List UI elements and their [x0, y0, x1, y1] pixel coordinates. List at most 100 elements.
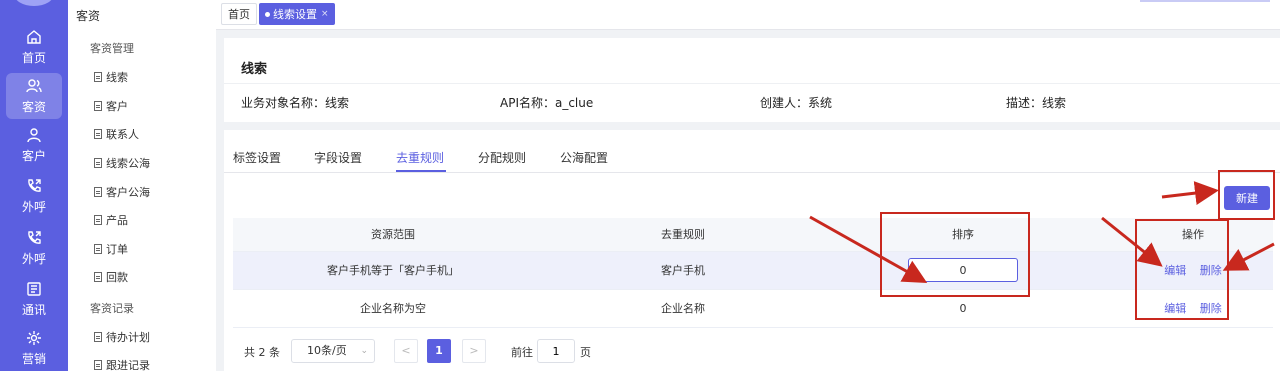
rail-item-leads[interactable]: 客资 [6, 73, 62, 119]
rail-item-contacts[interactable]: 通讯 [6, 276, 62, 322]
rail-item-label: 客户 [21, 148, 46, 163]
document-icon [94, 129, 102, 139]
menu-item-contacts[interactable]: 联系人 [94, 126, 139, 142]
rail-item-customer[interactable]: 客户 [6, 122, 62, 168]
rail-item-label: 首页 [21, 50, 46, 65]
tab-lead-settings[interactable]: 线索设置 × [259, 3, 335, 25]
rail-item-outbound-1[interactable]: 外呼 [6, 173, 62, 219]
rail-item-label: 通讯 [21, 302, 46, 317]
rail-item-label: 客资 [21, 99, 46, 114]
document-icon [94, 332, 102, 342]
column-header-order: 排序 [813, 218, 1113, 252]
menu-item-label: 订单 [106, 243, 128, 256]
cell-scope: 客户手机等于「客户手机」 [233, 251, 553, 290]
menu-item-orders[interactable]: 订单 [94, 241, 128, 257]
edit-link[interactable]: 编辑 [1164, 264, 1186, 277]
app-logo [14, 0, 54, 6]
tab-pool-config[interactable]: 公海配置 [560, 149, 608, 166]
new-button[interactable]: 新建 [1224, 186, 1270, 210]
active-dot-icon [265, 11, 270, 17]
tab-label: 线索设置 [273, 8, 317, 21]
menu-item-label: 线索公海 [106, 157, 150, 170]
close-icon[interactable]: × [321, 9, 329, 19]
menu-item-label: 待办计划 [106, 331, 150, 344]
order-input[interactable] [908, 258, 1018, 282]
settings-card: 标签设置 字段设置 去重规则 分配规则 公海配置 新建 资源范围 去重规则 排序… [224, 130, 1280, 371]
edit-link[interactable]: 编辑 [1164, 302, 1186, 315]
menu-group-label: 客资管理 [90, 42, 134, 55]
cell-scope: 企业名称为空 [233, 289, 553, 328]
cell-actions: 编辑 删除 [1113, 251, 1273, 290]
menu-item-label: 线索 [106, 71, 128, 84]
column-header-scope: 资源范围 [233, 218, 553, 252]
document-icon [94, 101, 102, 111]
rail-item-outbound-2[interactable]: 外呼 [6, 225, 62, 271]
prev-page-button[interactable]: < [394, 339, 418, 363]
menu-item-label: 联系人 [106, 128, 139, 141]
marketing-icon [27, 330, 41, 345]
cell-rule: 企业名称 [553, 289, 813, 328]
table-row: 企业名称为空 企业名称 0 编辑 删除 [233, 289, 1273, 328]
menu-item-lead-pool[interactable]: 线索公海 [94, 155, 150, 171]
description-field: 描述：线索 [1006, 96, 1067, 110]
home-icon [27, 29, 41, 44]
phone-out-icon [28, 178, 41, 192]
menu-item-label: 客户公海 [106, 186, 150, 199]
column-header-actions: 操作 [1113, 218, 1273, 252]
api-name-field: API名称：a_clue [500, 96, 594, 110]
secondary-menu: 客资 客资管理 线索 客户 联系人 线索公海 客户公海 产品 订单 回款 客资记… [68, 0, 216, 371]
object-name-field: 业务对象名称：线索 [241, 96, 350, 110]
page-tabs-bar: 首页 线索设置 × [216, 0, 1280, 30]
menu-item-label: 跟进记录 [106, 359, 150, 371]
rail-item-home[interactable]: 首页 [6, 24, 62, 70]
menu-item-label: 客户 [106, 100, 128, 113]
tab-tag-settings[interactable]: 标签设置 [233, 149, 281, 166]
menu-item-payments[interactable]: 回款 [94, 269, 128, 285]
menu-item-products[interactable]: 产品 [94, 212, 128, 228]
rail-item-label: 外呼 [21, 199, 46, 214]
cell-order [813, 251, 1113, 290]
menu-item-leads[interactable]: 线索 [94, 69, 128, 85]
user-icon [27, 127, 41, 142]
top-accent-line [1140, 0, 1270, 2]
tab-dedup-rules[interactable]: 去重规则 [396, 149, 444, 166]
total-count: 共 2 条 [244, 346, 280, 359]
phone-out-icon [28, 230, 41, 244]
current-page-button[interactable]: 1 [427, 339, 451, 363]
tab-field-settings[interactable]: 字段设置 [314, 149, 362, 166]
menu-item-customer-pool[interactable]: 客户公海 [94, 184, 150, 200]
menu-item-followups[interactable]: 跟进记录 [94, 357, 150, 371]
page-suffix: 页 [580, 346, 591, 359]
page-size-select[interactable]: 10条/页 ⌄ [291, 339, 375, 363]
object-info-card: 线索 业务对象名称：线索 API名称：a_clue 创建人：系统 描述：线索 [224, 38, 1280, 122]
document-icon [94, 158, 102, 168]
dedup-rules-table: 资源范围 去重规则 排序 操作 客户手机等于「客户手机」 客户手机 编辑 删除 … [233, 218, 1273, 328]
goto-page-input[interactable] [537, 339, 575, 363]
goto-label: 前往 [511, 346, 533, 359]
delete-link[interactable]: 删除 [1200, 302, 1222, 315]
pagination: 共 2 条 10条/页 ⌄ < 1 > 前往 页 [224, 338, 824, 364]
menu-item-label: 回款 [106, 271, 128, 284]
users-icon [26, 78, 42, 92]
document-icon [94, 244, 102, 254]
menu-item-todo[interactable]: 待办计划 [94, 329, 150, 345]
rail-item-marketing[interactable]: 营销 [6, 325, 62, 371]
page-size-value: 10条/页 [307, 344, 347, 357]
document-icon [94, 360, 102, 370]
document-icon [94, 215, 102, 225]
active-tab-indicator [396, 170, 446, 172]
next-page-button[interactable]: > [462, 339, 486, 363]
divider [224, 83, 1280, 84]
chevron-down-icon: ⌄ [360, 346, 368, 356]
rail-item-label: 营销 [21, 351, 46, 366]
menu-item-label: 产品 [106, 214, 128, 227]
column-header-rule: 去重规则 [553, 218, 813, 252]
creator-field: 创建人：系统 [760, 96, 833, 110]
contacts-icon [27, 281, 41, 296]
tab-assign-rules[interactable]: 分配规则 [478, 149, 526, 166]
delete-link[interactable]: 删除 [1200, 264, 1222, 277]
tabs-divider [224, 172, 1280, 173]
app-rail: 首页 客资 客户 外呼 外呼 通讯 营销 [0, 0, 68, 371]
menu-item-customers[interactable]: 客户 [94, 98, 128, 114]
tab-home[interactable]: 首页 [221, 3, 257, 25]
